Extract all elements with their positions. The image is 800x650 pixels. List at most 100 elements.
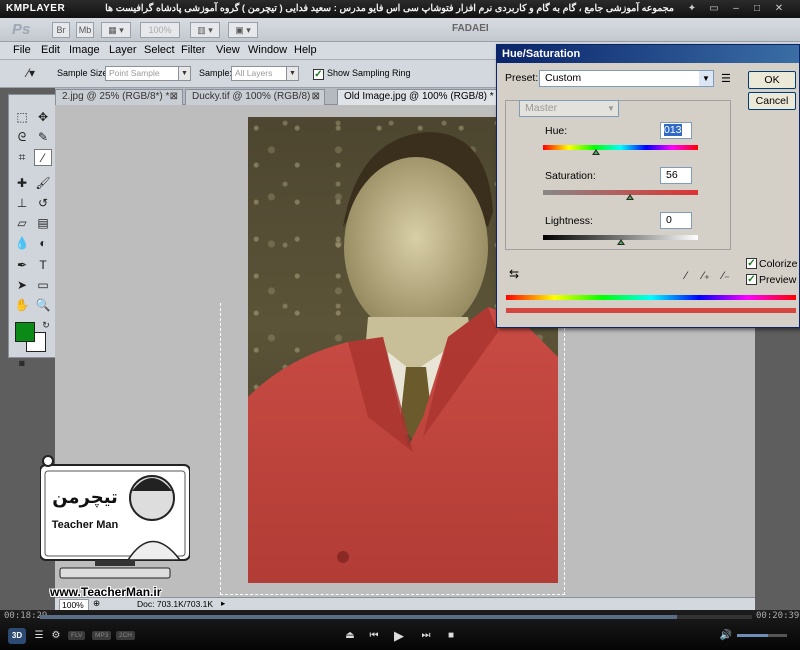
hue-slider-track[interactable]	[543, 145, 698, 150]
tab-2-jpg[interactable]: 2.jpg @ 25% (RGB/8*) * ⊠	[55, 89, 183, 105]
next-icon[interactable]: ⏭	[419, 629, 433, 643]
arrange-documents-button[interactable]: ▥ ▾	[190, 22, 220, 38]
show-sampling-ring-label: Show Sampling Ring	[327, 68, 411, 78]
move-tool-icon[interactable]: ✥	[34, 109, 52, 126]
mini-bridge-button[interactable]: Mb	[76, 22, 94, 38]
preview-checkbox[interactable]: ✓	[746, 274, 757, 285]
saturation-input[interactable]: 56	[660, 167, 692, 184]
subtract-from-sample-eyedropper-icon[interactable]: ⁄₋	[719, 269, 733, 283]
eraser-tool-icon[interactable]: ▱	[13, 215, 31, 232]
chevron-down-icon: ▼	[178, 67, 190, 80]
hand-tool-icon[interactable]: ✋	[13, 297, 31, 314]
stop-icon[interactable]: ■	[444, 629, 458, 643]
show-sampling-ring-checkbox[interactable]: ✓	[313, 69, 324, 80]
audio-codec-badge: MP3	[92, 631, 112, 640]
history-brush-tool-icon[interactable]: ↺	[34, 195, 52, 212]
settings-gear-icon[interactable]: ⚙	[49, 629, 63, 643]
volume-level	[737, 634, 768, 637]
eyedropper-icon[interactable]: ⁄	[679, 269, 693, 283]
gradient-tool-icon[interactable]: ▤	[34, 215, 52, 232]
marquee-tool-icon[interactable]: ⬚	[13, 109, 31, 126]
player-caption: مجموعه آموزشی جامع ، گام به گام و کاربرد…	[105, 3, 674, 14]
menu-layer[interactable]: Layer	[109, 44, 137, 56]
zoom-options-icon[interactable]: ⊕	[93, 598, 100, 609]
seek-bar-progress	[40, 615, 677, 619]
seek-bar[interactable]	[40, 615, 752, 619]
tab-old-image[interactable]: Old Image.jpg @ 100% (RGB/8) *⊠	[337, 89, 512, 105]
lightness-input[interactable]: 0	[660, 212, 692, 229]
brush-tool-icon[interactable]: 🖌	[34, 175, 52, 192]
hue-input[interactable]: 013	[660, 122, 692, 139]
dodge-tool-icon[interactable]: ◐	[34, 235, 52, 252]
ok-button[interactable]: OK	[748, 71, 796, 89]
zoom-tool-icon[interactable]: 🔍	[34, 297, 52, 314]
previous-icon[interactable]: ⏮	[367, 629, 381, 643]
saturation-label: Saturation:	[545, 170, 596, 182]
volume-slider[interactable]	[737, 634, 787, 637]
swap-colors-icon[interactable]: ↻	[37, 317, 55, 334]
foreground-color-swatch[interactable]	[15, 322, 35, 342]
workspace-label[interactable]: FADAEI	[452, 23, 489, 34]
sample-size-select[interactable]: Point Sample ▼	[105, 66, 191, 81]
menu-edit[interactable]: Edit	[41, 44, 60, 56]
svg-text:تیچرمن: تیچرمن	[52, 487, 118, 508]
blur-tool-icon[interactable]: 💧	[13, 235, 31, 252]
input-color-bar	[506, 295, 796, 300]
tab-ducky-tif[interactable]: Ducky.tif @ 100% (RGB/8) ⊠	[185, 89, 325, 105]
3d-button[interactable]: 3D	[8, 628, 26, 644]
menu-image[interactable]: Image	[69, 44, 100, 56]
path-selection-tool-icon[interactable]: ➤	[13, 277, 31, 294]
dialog-title[interactable]: Hue/Saturation	[497, 45, 799, 63]
colorize-checkbox[interactable]: ✓	[746, 258, 757, 269]
menu-view[interactable]: View	[216, 44, 240, 56]
playlist-icon[interactable]: ☰	[32, 629, 46, 643]
saturation-slider-thumb[interactable]	[625, 194, 634, 200]
targeted-adjustment-hand-icon[interactable]: ⇆	[509, 267, 519, 281]
saturation-slider-track[interactable]	[543, 190, 698, 195]
channel-select[interactable]: Master ▼	[519, 100, 619, 117]
lightness-slider-thumb[interactable]	[616, 239, 625, 245]
chevron-down-icon: ▼	[699, 71, 713, 86]
menu-file[interactable]: File	[13, 44, 31, 56]
status-menu-arrow-icon[interactable]: ▸	[221, 598, 225, 609]
menu-window[interactable]: Window	[248, 44, 287, 56]
eyedropper-tool-preset-icon[interactable]: ⁄▾	[22, 65, 40, 82]
bridge-button[interactable]: Br	[52, 22, 70, 38]
preset-select[interactable]: Custom ▼	[539, 70, 714, 87]
clone-stamp-tool-icon[interactable]: ⊥	[13, 195, 31, 212]
close-icon[interactable]: ✕	[772, 2, 786, 15]
eject-icon[interactable]: ⏏	[343, 629, 357, 643]
screen-mode-button[interactable]: ▣ ▾	[228, 22, 258, 38]
preview-label: Preview	[759, 274, 797, 286]
crop-tool-icon[interactable]: ⌗	[13, 149, 31, 166]
zoom-field[interactable]: 100%	[59, 599, 89, 610]
sample-select[interactable]: All Layers ▼	[231, 66, 299, 81]
menu-help[interactable]: Help	[294, 44, 317, 56]
add-to-sample-eyedropper-icon[interactable]: ⁄₊	[699, 269, 713, 283]
pen-tool-icon[interactable]: ✒	[13, 257, 31, 274]
hue-slider-thumb[interactable]	[591, 149, 600, 155]
zoom-level-display[interactable]: 100%	[140, 22, 180, 38]
minimize-icon[interactable]: –	[729, 2, 743, 15]
lasso-tool-icon[interactable]: ᘓ	[13, 129, 31, 146]
shape-tool-icon[interactable]: ▭	[34, 277, 52, 294]
menu-select[interactable]: Select	[144, 44, 175, 56]
menu-filter[interactable]: Filter	[181, 44, 205, 56]
preset-options-icon[interactable]: ☰	[721, 72, 731, 85]
maximize-icon[interactable]: □	[750, 2, 764, 15]
healing-brush-tool-icon[interactable]: ✚	[13, 175, 31, 192]
application-bar: Ps Br Mb ▦ ▾ 100% ▥ ▾ ▣ ▾ FADAEI	[0, 18, 800, 42]
view-extras-button[interactable]: ▦ ▾	[101, 22, 131, 38]
player-controls: 00:18:29 00:20:39 3D ☰ ⚙ FLV MP3 2CH ⏏ ⏮…	[0, 610, 800, 650]
photoshop-window: Ps Br Mb ▦ ▾ 100% ▥ ▾ ▣ ▾ FADAEI File Ed…	[0, 18, 800, 610]
window-menu-icon[interactable]: ▭	[707, 2, 721, 15]
eyedropper-tool-icon[interactable]: ⁄	[34, 149, 52, 166]
type-tool-icon[interactable]: T	[34, 257, 52, 274]
close-tab-icon: ⊠	[311, 91, 320, 102]
quick-selection-tool-icon[interactable]: ✎	[34, 129, 52, 146]
cancel-button[interactable]: Cancel	[748, 92, 796, 110]
pin-icon[interactable]: ✦	[685, 2, 699, 15]
volume-icon[interactable]: 🔊	[719, 629, 733, 643]
quick-mask-icon[interactable]: ◙	[13, 355, 31, 372]
play-icon[interactable]: ▶	[392, 629, 406, 643]
